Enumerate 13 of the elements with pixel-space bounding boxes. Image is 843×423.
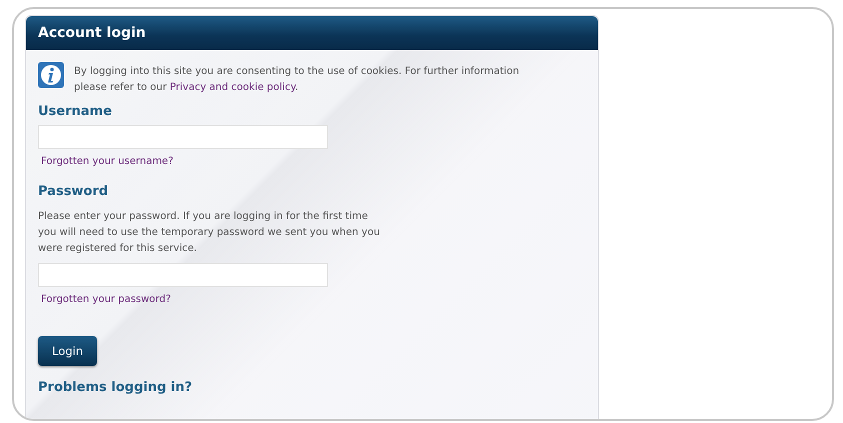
- forgot-username-link[interactable]: Forgotten your username?: [41, 156, 174, 167]
- password-label: Password: [38, 184, 110, 199]
- privacy-policy-link[interactable]: Privacy and cookie policy: [170, 82, 295, 93]
- password-help-text: Please enter your password. If you are logging in for the first time you will need to use the temporary password we sent you when you were registered for this service.: [38, 210, 381, 256]
- panel-title: Account login: [38, 25, 146, 41]
- login-button[interactable]: Login: [38, 336, 97, 366]
- info-icon: [38, 62, 64, 88]
- username-field[interactable]: [38, 125, 328, 149]
- username-label: Username: [38, 104, 113, 119]
- cookie-notice: By logging into this site you are consenting to the use of cookies. For further information please refer to our Privacy and cookie policy.: [74, 65, 520, 95]
- forgot-password-link[interactable]: Forgotten your password?: [41, 294, 171, 305]
- problems-heading: Problems logging in?: [38, 380, 194, 395]
- password-field[interactable]: [38, 263, 328, 287]
